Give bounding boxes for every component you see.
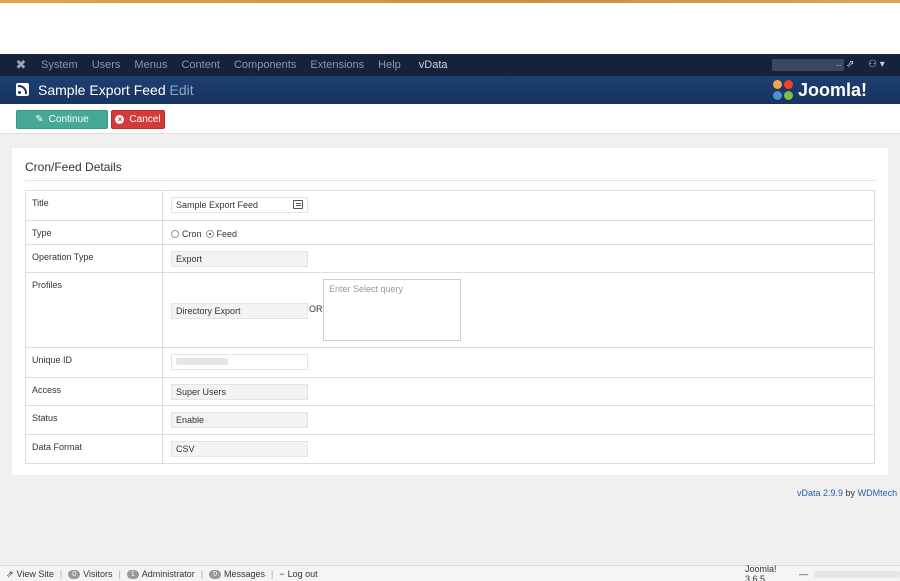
main-menu: System Users Menus Content Components Ex…	[41, 54, 462, 76]
unique-id-label: Unique ID	[26, 348, 163, 377]
row-access: Access Super Users	[26, 378, 874, 406]
cancel-button[interactable]: × Cancel	[111, 110, 165, 129]
row-unique-id: Unique ID	[26, 348, 874, 378]
access-value: Super Users	[176, 387, 227, 397]
visitors-link[interactable]: 0 Visitors	[68, 569, 113, 579]
operation-type-value: Export	[176, 254, 203, 264]
site-name-link[interactable]	[772, 59, 844, 71]
access-label: Access	[26, 378, 163, 405]
administrator-link[interactable]: 1 Administrator	[126, 569, 195, 579]
status-select[interactable]: Enable	[171, 412, 308, 428]
menu-users[interactable]: Users	[92, 54, 121, 76]
joomla-menu-icon[interactable]: ✖	[14, 58, 28, 72]
joomla-logo-text: Joomla!	[798, 80, 868, 100]
continue-button[interactable]: ✎ Continue	[16, 110, 108, 129]
profiles-select[interactable]: Directory Export	[171, 303, 308, 319]
browser-top-area	[0, 0, 900, 54]
row-type: Type Cron Feed	[26, 221, 874, 245]
row-title: Title Sample Export Feed	[26, 191, 874, 221]
external-link-icon[interactable]: ⇗	[846, 58, 854, 72]
query-placeholder: Enter Select query	[329, 284, 404, 294]
logout-label: Log out	[287, 569, 318, 579]
minus-icon: −	[279, 569, 285, 579]
top-stripe	[0, 0, 900, 3]
cancel-label: Cancel	[129, 114, 161, 125]
row-status: Status Enable	[26, 406, 874, 435]
unique-id-redacted	[176, 358, 228, 365]
view-site-link[interactable]: ⇗ View Site	[6, 569, 54, 580]
page-title-edit: Edit	[169, 82, 194, 98]
type-radio-cron[interactable]	[171, 230, 179, 238]
title-bar: Sample Export Feed Edit Joomla!	[0, 76, 900, 104]
site-name-dots: ..	[836, 58, 842, 69]
menu-help[interactable]: Help	[378, 54, 401, 76]
menu-system[interactable]: System	[41, 54, 78, 76]
or-text: OR	[309, 304, 323, 314]
continue-label: Continue	[48, 114, 89, 125]
details-card: Cron/Feed Details Title Sample Export Fe…	[12, 148, 888, 475]
menu-content[interactable]: Content	[181, 54, 220, 76]
select-query-textarea[interactable]: Enter Select query	[323, 279, 461, 341]
type-radio-feed[interactable]	[205, 230, 214, 238]
title-input[interactable]: Sample Export Feed	[171, 197, 308, 213]
list-icon	[293, 200, 303, 209]
menu-vdata[interactable]: vData	[419, 54, 448, 76]
title-label: Title	[26, 191, 163, 220]
operation-type-select[interactable]: Export	[171, 251, 308, 267]
footer-dash: —	[799, 569, 809, 579]
status-value: Enable	[176, 415, 205, 425]
row-operation-type: Operation Type Export	[26, 245, 874, 273]
menu-components[interactable]: Components	[234, 54, 296, 76]
view-site-label: View Site	[16, 569, 54, 579]
type-radio-group: Cron Feed	[171, 229, 241, 239]
operation-type-label: Operation Type	[26, 245, 163, 272]
admin-navbar: ✖ System Users Menus Content Components …	[0, 54, 900, 76]
data-format-label: Data Format	[26, 435, 163, 463]
external-link-icon: ⇗	[6, 568, 14, 579]
title-value: Sample Export Feed	[176, 200, 259, 210]
version-credit: vData 2.9.9 by WDMtech	[797, 488, 897, 498]
feed-icon	[16, 83, 29, 96]
joomla-logo-icon	[772, 79, 794, 101]
row-profiles: Profiles Directory Export OR Enter Selec…	[26, 273, 874, 348]
unique-id-input[interactable]	[171, 354, 308, 370]
messages-link[interactable]: 0 Messages	[209, 569, 265, 579]
card-divider	[25, 180, 875, 181]
access-select[interactable]: Super Users	[171, 384, 308, 400]
user-icon[interactable]: ⚇ ▾	[868, 58, 885, 72]
page-title: Sample Export Feed Edit	[38, 81, 194, 99]
credit-by: by	[845, 488, 856, 498]
menu-extensions[interactable]: Extensions	[310, 54, 364, 76]
toolbar: ✎ Continue × Cancel	[0, 104, 900, 134]
vdata-version-link[interactable]: vData 2.9.9	[797, 488, 843, 498]
joomla-version: Joomla! 3.6.5	[745, 564, 777, 581]
type-cron-label: Cron	[182, 229, 202, 239]
type-feed-label: Feed	[216, 229, 238, 239]
status-label: Status	[26, 406, 163, 434]
administrator-label: Administrator	[141, 569, 195, 579]
row-data-format: Data Format CSV	[26, 435, 874, 463]
edit-icon: ✎	[35, 114, 44, 125]
joomla-logo: Joomla!	[772, 78, 867, 102]
status-footer: ⇗ View Site | 0 Visitors | 1 Administrat…	[0, 564, 900, 581]
messages-label: Messages	[224, 569, 266, 579]
visitors-count-badge: 0	[68, 569, 81, 579]
menu-menus[interactable]: Menus	[134, 54, 167, 76]
profiles-value: Directory Export	[176, 306, 241, 316]
admin-count-badge: 1	[126, 569, 139, 579]
wdmtech-link[interactable]: WDMtech	[858, 488, 898, 498]
profiles-label: Profiles	[26, 273, 163, 347]
logout-link[interactable]: − Log out	[279, 569, 317, 579]
visitors-label: Visitors	[83, 569, 113, 579]
cancel-icon: ×	[115, 115, 125, 124]
card-title: Cron/Feed Details	[25, 160, 122, 174]
data-format-select[interactable]: CSV	[171, 441, 308, 457]
data-format-value: CSV	[176, 444, 195, 454]
page-title-text: Sample Export Feed	[38, 82, 166, 98]
footer-redacted	[814, 570, 900, 578]
details-form: Title Sample Export Feed Type Cron Feed	[25, 190, 875, 464]
type-label: Type	[26, 221, 163, 244]
messages-count-badge: 0	[209, 569, 222, 579]
